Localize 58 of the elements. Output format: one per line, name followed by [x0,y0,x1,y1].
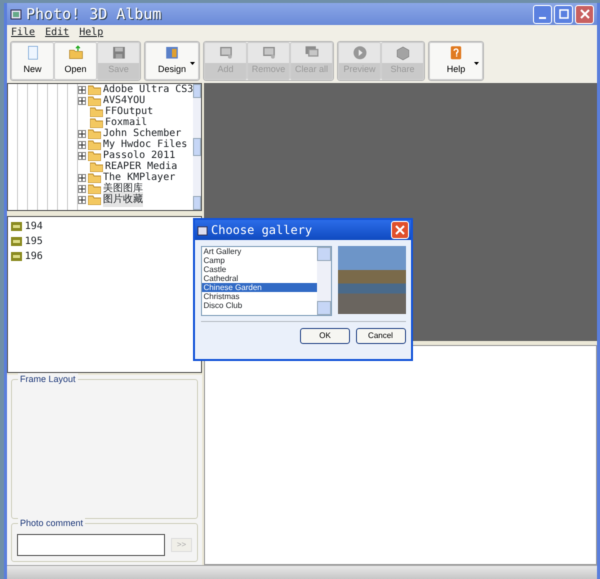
photo-placeholder [338,246,406,314]
list-item[interactable]: Disco Club [202,300,318,310]
maximize-button[interactable] [554,4,573,24]
folder-icon [88,194,101,204]
toolbar-button[interactable]: Open [54,42,97,80]
file-name[interactable]: 194 [24,219,43,234]
menu-item[interactable]: Edit [45,24,70,40]
menu-item[interactable]: Help [79,24,104,40]
toolbar-button[interactable]: Design [145,42,199,80]
scrollbar[interactable] [317,246,332,314]
folder-icon [88,128,101,138]
expand-icon[interactable] [78,196,86,204]
folder-icon [88,184,101,194]
list-item[interactable]: Art Gallery [202,246,318,256]
app-icon [197,224,208,236]
folder-icon [88,172,101,182]
panel-title: Frame Layout [18,373,78,386]
file-name[interactable]: 195 [24,234,43,249]
maximize-icon [558,9,568,19]
image-file-icon [11,252,22,261]
minimize-icon [539,16,546,18]
menu-item[interactable]: File [11,24,36,40]
scrollbar[interactable] [193,84,201,210]
close-icon [580,9,590,19]
app-icon [10,8,22,20]
folder-icon [90,106,103,116]
window-title: Photo! 3D Album [26,4,162,25]
expand-icon[interactable] [78,184,86,192]
comment-field[interactable] [17,534,165,556]
toolbar-button[interactable]: New [11,42,54,80]
folder-icon [90,118,103,128]
expand-icon[interactable] [78,174,86,182]
expand-icon[interactable] [78,86,86,94]
close-icon [395,225,405,235]
image-file-icon [11,222,22,231]
list-item[interactable]: Chinese Garden [202,282,318,292]
dialog-button[interactable]: OK [300,328,350,344]
folder-icon [88,150,101,160]
close-button[interactable] [575,4,594,24]
folder-icon [88,140,101,150]
file-name[interactable]: 196 [24,249,43,264]
expand-icon[interactable] [78,152,86,160]
image-file-icon [11,237,22,246]
minimize-button[interactable] [533,4,552,24]
toolbar-button[interactable]: Help [429,42,483,80]
dialog-button[interactable]: Cancel [356,328,406,344]
expand-icon[interactable] [78,96,86,104]
expand-icon[interactable] [78,130,86,138]
tree-item[interactable]: 图片收藏 [103,192,143,207]
list-item[interactable]: Camp [202,256,318,264]
close-button[interactable] [391,221,409,239]
list-item[interactable]: Cathedral [202,274,318,282]
folder-icon [90,162,103,172]
expand-icon[interactable] [78,140,86,148]
folder-icon [88,96,101,106]
list-item[interactable]: Castle [202,264,318,274]
list-item[interactable]: Christmas [202,292,318,300]
dialog-title: Choose gallery [211,222,314,239]
